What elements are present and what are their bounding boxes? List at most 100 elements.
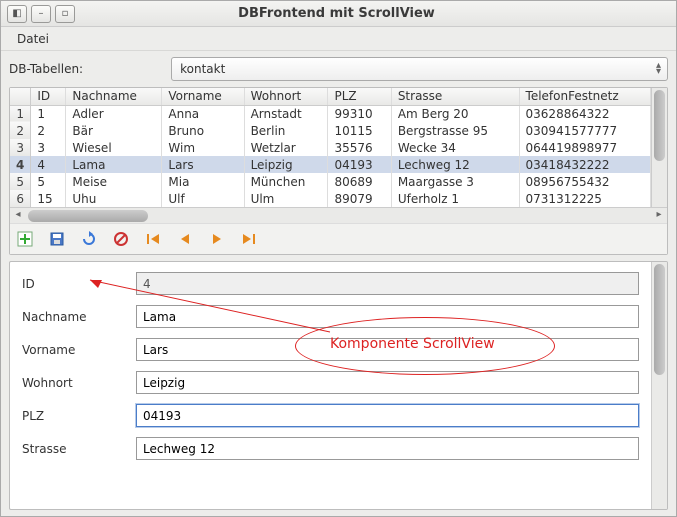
- table-row[interactable]: 615UhuUlfUlm89079Uferholz 10731312225: [10, 190, 651, 207]
- cell-nachname[interactable]: Adler: [66, 105, 162, 122]
- cell-telefon[interactable]: 03418432222: [519, 156, 650, 173]
- input-vorname[interactable]: [136, 338, 639, 361]
- record-toolbar: [10, 223, 667, 254]
- input-strasse[interactable]: [136, 437, 639, 460]
- col-rownum[interactable]: [10, 88, 31, 105]
- cell-nachname[interactable]: Lama: [66, 156, 162, 173]
- input-wohnort[interactable]: [136, 371, 639, 394]
- maximize-button[interactable]: ▫: [55, 5, 75, 23]
- cell-id[interactable]: 3: [31, 139, 66, 156]
- hscroll-left-icon[interactable]: ◂: [10, 209, 26, 223]
- col-nachname[interactable]: Nachname: [66, 88, 162, 105]
- dropdown-selected: kontakt: [180, 62, 225, 76]
- minimize-button[interactable]: –: [31, 5, 51, 23]
- tables-label: DB-Tabellen:: [9, 62, 83, 76]
- cell-id[interactable]: 5: [31, 173, 66, 190]
- cell-plz[interactable]: 04193: [328, 156, 391, 173]
- prev-record-button[interactable]: [174, 228, 196, 250]
- cell-strasse[interactable]: Am Berg 20: [391, 105, 519, 122]
- cell-vorname[interactable]: Anna: [162, 105, 244, 122]
- cell-plz[interactable]: 35576: [328, 139, 391, 156]
- cell-nachname[interactable]: Uhu: [66, 190, 162, 207]
- data-table[interactable]: ID Nachname Vorname Wohnort PLZ Strasse …: [10, 88, 651, 207]
- cell-vorname[interactable]: Bruno: [162, 122, 244, 139]
- cancel-button[interactable]: [110, 228, 132, 250]
- col-wohnort[interactable]: Wohnort: [244, 88, 328, 105]
- cell-strasse[interactable]: Wecke 34: [391, 139, 519, 156]
- menu-file[interactable]: Datei: [9, 30, 57, 48]
- col-telefon[interactable]: TelefonFestnetz: [519, 88, 650, 105]
- form-scroll-thumb[interactable]: [654, 264, 665, 375]
- window-menu-button[interactable]: ◧: [7, 5, 27, 23]
- h-scroll-thumb[interactable]: [28, 210, 148, 222]
- cell-wohnort[interactable]: Berlin: [244, 122, 328, 139]
- cell-plz[interactable]: 10115: [328, 122, 391, 139]
- cell-vorname[interactable]: Wim: [162, 139, 244, 156]
- table-row[interactable]: 33WieselWimWetzlar35576Wecke 34064419898…: [10, 139, 651, 156]
- cell-strasse[interactable]: Maargasse 3: [391, 173, 519, 190]
- add-record-button[interactable]: [14, 228, 36, 250]
- col-strasse[interactable]: Strasse: [391, 88, 519, 105]
- cell-id[interactable]: 2: [31, 122, 66, 139]
- col-id[interactable]: ID: [31, 88, 66, 105]
- cell-wohnort[interactable]: Arnstadt: [244, 105, 328, 122]
- app-window: ◧ – ▫ DBFrontend mit ScrollView Datei DB…: [0, 0, 677, 517]
- table-row[interactable]: 55MeiseMiaMünchen80689Maargasse 30895675…: [10, 173, 651, 190]
- cell-nachname[interactable]: Wiesel: [66, 139, 162, 156]
- first-record-button[interactable]: [142, 228, 164, 250]
- table-h-scrollbar[interactable]: ◂ ▸: [10, 207, 667, 223]
- cell-strasse[interactable]: Lechweg 12: [391, 156, 519, 173]
- cell-telefon[interactable]: 0731312225: [519, 190, 650, 207]
- cell-wohnort[interactable]: Leipzig: [244, 156, 328, 173]
- label-vorname: Vorname: [22, 343, 132, 357]
- cell-strasse[interactable]: Bergstrasse 95: [391, 122, 519, 139]
- cell-id[interactable]: 1: [31, 105, 66, 122]
- cell-plz[interactable]: 89079: [328, 190, 391, 207]
- cell-wohnort[interactable]: München: [244, 173, 328, 190]
- row-number: 4: [10, 156, 31, 173]
- input-id[interactable]: [136, 272, 639, 295]
- save-record-button[interactable]: [46, 228, 68, 250]
- tables-dropdown[interactable]: kontakt ▴▾: [171, 57, 668, 81]
- hscroll-right-icon[interactable]: ▸: [651, 209, 667, 223]
- input-plz[interactable]: [136, 404, 639, 427]
- cell-id[interactable]: 4: [31, 156, 66, 173]
- cell-vorname[interactable]: Ulf: [162, 190, 244, 207]
- cell-vorname[interactable]: Lars: [162, 156, 244, 173]
- table-row[interactable]: 11AdlerAnnaArnstadt99310Am Berg 20036288…: [10, 105, 651, 122]
- menubar: Datei: [1, 27, 676, 51]
- cell-nachname[interactable]: Bär: [66, 122, 162, 139]
- next-record-button[interactable]: [206, 228, 228, 250]
- titlebar: ◧ – ▫ DBFrontend mit ScrollView: [1, 1, 676, 27]
- cell-strasse[interactable]: Uferholz 1: [391, 190, 519, 207]
- label-wohnort: Wohnort: [22, 376, 132, 390]
- cell-vorname[interactable]: Mia: [162, 173, 244, 190]
- chevron-updown-icon: ▴▾: [656, 63, 661, 75]
- table-row[interactable]: 44LamaLarsLeipzig04193Lechweg 1203418432…: [10, 156, 651, 173]
- window-title: DBFrontend mit ScrollView: [77, 6, 596, 21]
- cell-telefon[interactable]: 030941577777: [519, 122, 650, 139]
- cell-wohnort[interactable]: Wetzlar: [244, 139, 328, 156]
- table-panel: ID Nachname Vorname Wohnort PLZ Strasse …: [9, 87, 668, 255]
- form-v-scrollbar[interactable]: [651, 262, 667, 509]
- label-strasse: Strasse: [22, 442, 132, 456]
- input-nachname[interactable]: [136, 305, 639, 328]
- cell-wohnort[interactable]: Ulm: [244, 190, 328, 207]
- cell-id[interactable]: 15: [31, 190, 66, 207]
- col-vorname[interactable]: Vorname: [162, 88, 244, 105]
- cell-plz[interactable]: 80689: [328, 173, 391, 190]
- table-row[interactable]: 22BärBrunoBerlin10115Bergstrasse 9503094…: [10, 122, 651, 139]
- row-number: 1: [10, 105, 31, 122]
- row-number: 3: [10, 139, 31, 156]
- reload-button[interactable]: [78, 228, 100, 250]
- cell-telefon[interactable]: 064419898977: [519, 139, 650, 156]
- cell-nachname[interactable]: Meise: [66, 173, 162, 190]
- cell-plz[interactable]: 99310: [328, 105, 391, 122]
- v-scroll-thumb[interactable]: [654, 90, 665, 161]
- col-plz[interactable]: PLZ: [328, 88, 391, 105]
- cell-telefon[interactable]: 08956755432: [519, 173, 650, 190]
- label-id: ID: [22, 277, 132, 291]
- cell-telefon[interactable]: 03628864322: [519, 105, 650, 122]
- table-v-scrollbar[interactable]: [651, 88, 667, 207]
- last-record-button[interactable]: [238, 228, 260, 250]
